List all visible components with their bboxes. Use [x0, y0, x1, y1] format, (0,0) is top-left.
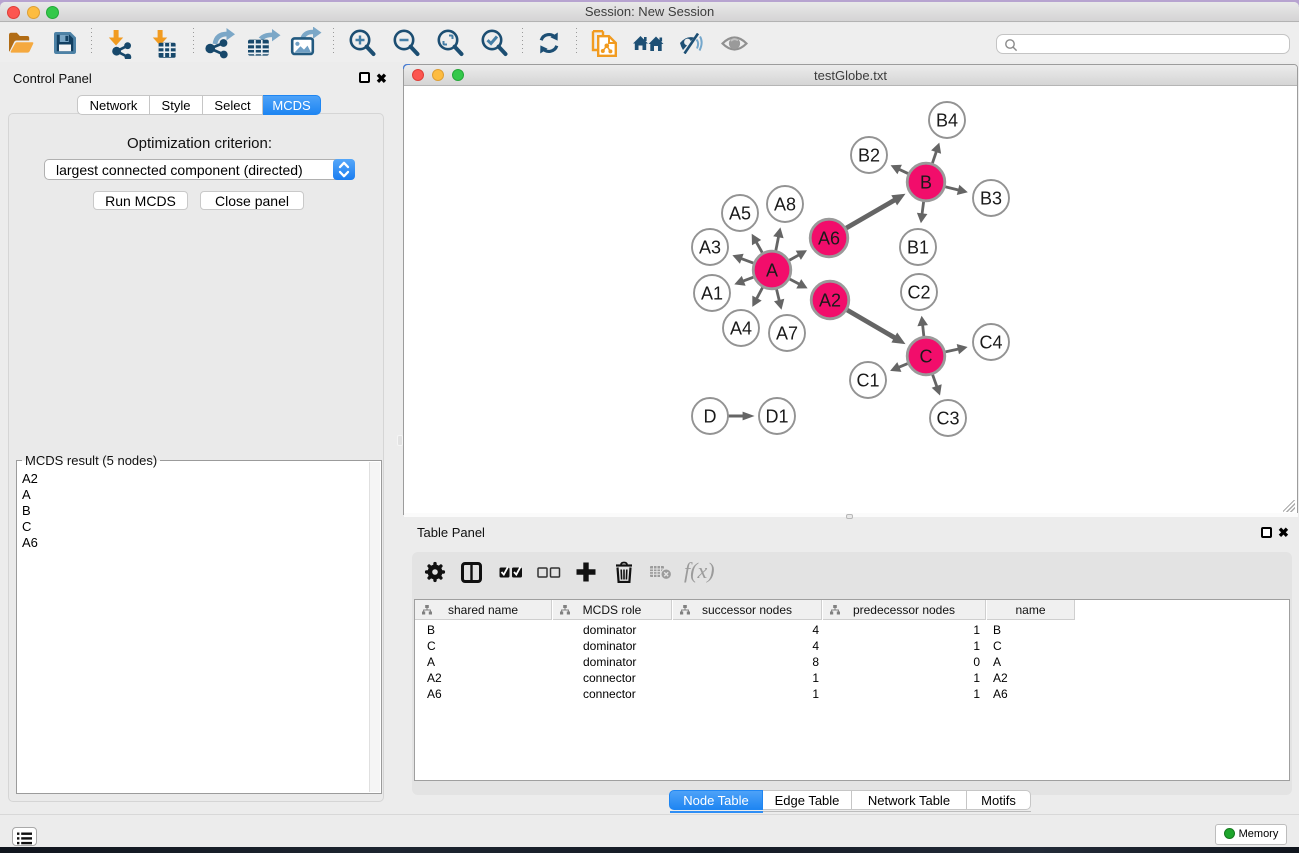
svg-text:C1: C1 — [856, 371, 879, 391]
svg-text:A: A — [766, 261, 778, 281]
svg-text:C2: C2 — [907, 283, 930, 303]
svg-text:B4: B4 — [936, 111, 958, 131]
svg-text:D: D — [704, 407, 717, 427]
svg-text:D1: D1 — [765, 407, 788, 427]
svg-text:B3: B3 — [980, 189, 1002, 209]
svg-text:A1: A1 — [701, 284, 723, 304]
svg-text:C4: C4 — [979, 333, 1002, 353]
svg-text:C3: C3 — [936, 409, 959, 429]
svg-text:A4: A4 — [730, 319, 752, 339]
svg-text:B2: B2 — [858, 146, 880, 166]
svg-text:A3: A3 — [699, 238, 721, 258]
svg-text:A8: A8 — [774, 195, 796, 215]
svg-text:A2: A2 — [819, 291, 841, 311]
svg-text:A6: A6 — [818, 229, 840, 249]
svg-text:B1: B1 — [907, 238, 929, 258]
svg-text:A5: A5 — [729, 204, 751, 224]
svg-text:C: C — [920, 347, 933, 367]
svg-text:A7: A7 — [776, 324, 798, 344]
svg-text:B: B — [920, 173, 932, 193]
